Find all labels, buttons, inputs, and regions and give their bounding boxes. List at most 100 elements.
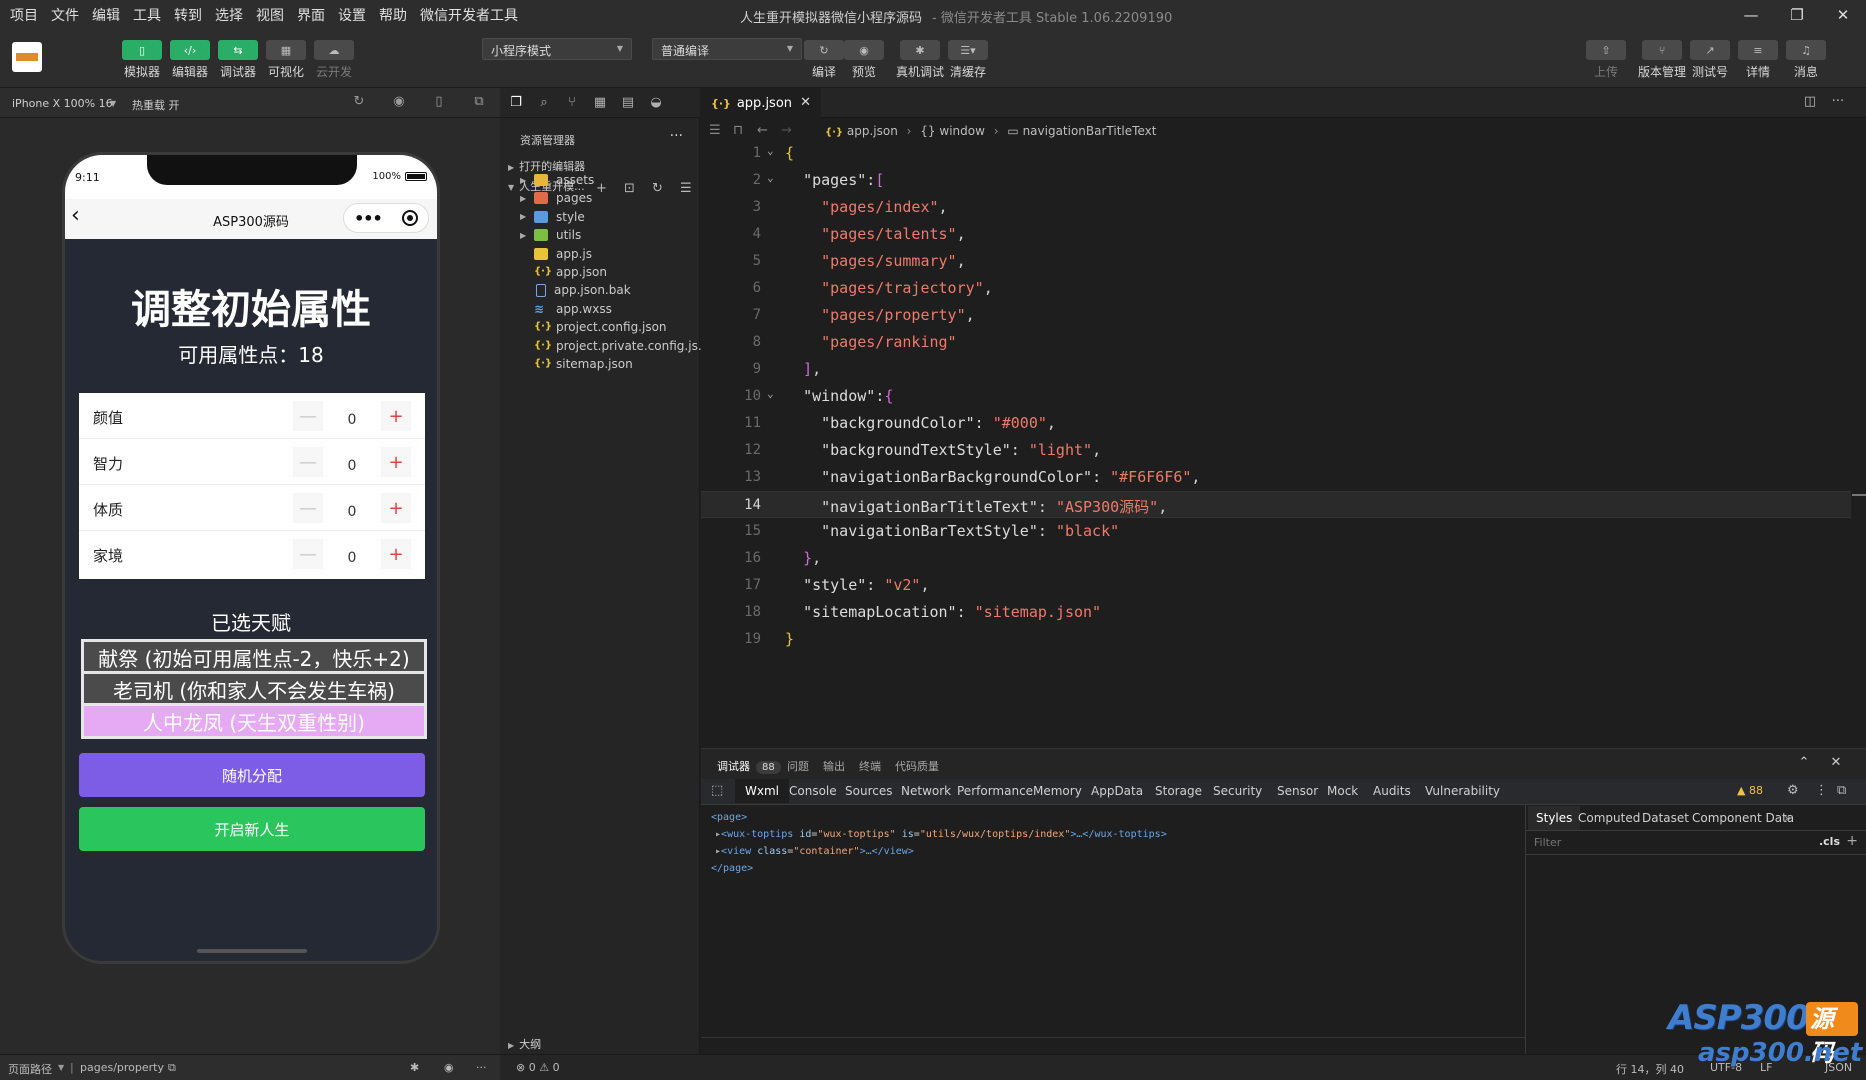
more-icon[interactable]: ··· bbox=[670, 128, 683, 144]
bookmark-icon[interactable]: ⊓ bbox=[733, 123, 743, 138]
dom-node-view[interactable]: ▸<view class="container">…</view> bbox=[711, 843, 1167, 860]
tab-styles[interactable]: Styles bbox=[1528, 806, 1581, 830]
dom-node-toptips[interactable]: ▸<wux-toptips id="wux-toptips" is="utils… bbox=[711, 826, 1167, 843]
bug-icon[interactable]: ✱ bbox=[410, 1061, 419, 1074]
code-line[interactable]: 12 "backgroundTextStyle": "light", bbox=[701, 437, 1851, 464]
minimize-button[interactable]: — bbox=[1728, 0, 1774, 30]
search-icon[interactable]: ⌕ bbox=[536, 95, 552, 111]
files-icon[interactable]: ❐ bbox=[508, 95, 524, 111]
random-assign-button[interactable]: 随机分配 bbox=[79, 753, 425, 797]
device-select[interactable]: iPhone X 100% 16 bbox=[12, 97, 113, 110]
minus-button[interactable]: — bbox=[293, 447, 323, 477]
tab-security[interactable]: Security bbox=[1213, 784, 1262, 798]
tab-console[interactable]: Console bbox=[789, 784, 837, 798]
code-line[interactable]: 8 "pages/ranking" bbox=[701, 329, 1851, 356]
file-tree-item[interactable]: app.js bbox=[520, 244, 592, 264]
dom-node-page[interactable]: <page> bbox=[711, 809, 1167, 826]
hot-reload-toggle[interactable]: 热重载 开 bbox=[132, 97, 180, 113]
menu-settings[interactable]: 设置 bbox=[338, 5, 366, 25]
debugger-button[interactable]: ⇆ 调试器 bbox=[218, 40, 258, 80]
code-line[interactable]: 13 "navigationBarBackgroundColor": "#F6F… bbox=[701, 464, 1851, 491]
plus-button[interactable]: + bbox=[381, 401, 411, 431]
breadcrumb-key[interactable]: navigationBarTitleText bbox=[1023, 124, 1157, 138]
messages-button[interactable]: ♫ 消息 bbox=[1786, 40, 1826, 80]
code-editor[interactable]: 1 ⌄{2 ⌄ "pages":[3 "pages/index", 4 "pages/… bbox=[701, 144, 1866, 748]
fold-chevron-icon[interactable]: ⌄ bbox=[767, 144, 774, 157]
tab-component-data[interactable]: Component Data bbox=[1692, 811, 1794, 825]
scrollbar-marker[interactable] bbox=[1852, 494, 1866, 496]
add-rule-icon[interactable]: + bbox=[1846, 833, 1858, 849]
file-tree-item[interactable]: {·} sitemap.json bbox=[520, 354, 633, 374]
breadcrumb-file[interactable]: app.json bbox=[847, 124, 898, 138]
code-line[interactable]: 2 ⌄ "pages":[ bbox=[701, 167, 1851, 194]
menu-select[interactable]: 选择 bbox=[215, 5, 243, 25]
talent-item[interactable]: 人中龙凤 (天生双重性别) bbox=[81, 703, 427, 739]
code-line[interactable]: 11 "backgroundColor": "#000", bbox=[701, 410, 1851, 437]
file-tree-item[interactable]: ▶ pages bbox=[520, 188, 592, 208]
code-line[interactable]: 1 ⌄ { bbox=[701, 144, 1851, 167]
tab-appdata[interactable]: AppData bbox=[1091, 784, 1143, 798]
tab-memory[interactable]: Memory bbox=[1033, 784, 1082, 798]
close-window-button[interactable]: ✕ bbox=[1820, 0, 1866, 30]
chevron-double-right-icon[interactable]: » bbox=[1784, 811, 1791, 825]
docker-icon[interactable]: ◒ bbox=[648, 95, 664, 111]
device-icon[interactable]: ▯ bbox=[430, 94, 448, 112]
plus-button[interactable]: + bbox=[381, 493, 411, 523]
tab-computed[interactable]: Computed bbox=[1578, 811, 1640, 825]
attribute-value[interactable]: 0 bbox=[323, 493, 381, 523]
close-tab-icon[interactable]: ✕ bbox=[800, 95, 811, 110]
popout-icon[interactable]: ⧉ bbox=[470, 94, 488, 112]
archive-icon[interactable]: ▤ bbox=[620, 95, 636, 111]
code-line[interactable]: 4 "pages/talents", bbox=[701, 221, 1851, 248]
real-device-debug-button[interactable]: ✱ 真机调试 bbox=[896, 40, 944, 80]
dock-icon[interactable]: ⧉ bbox=[1837, 783, 1846, 798]
tab-vulnerability[interactable]: Vulnerability bbox=[1425, 784, 1500, 798]
code-line[interactable]: 9 ], bbox=[701, 356, 1851, 383]
kebab-icon[interactable]: ⋮ bbox=[1815, 783, 1828, 798]
tab-audits[interactable]: Audits bbox=[1373, 784, 1411, 798]
copy-icon[interactable]: ⧉ bbox=[168, 1061, 176, 1075]
filter-input[interactable]: Filter bbox=[1534, 836, 1561, 849]
page-path-label[interactable]: 页面路径 bbox=[8, 1061, 52, 1077]
plus-button[interactable]: + bbox=[381, 539, 411, 569]
version-button[interactable]: ⑂ 版本管理 bbox=[1638, 40, 1686, 80]
tab-storage[interactable]: Storage bbox=[1155, 784, 1202, 798]
problems-count[interactable]: ⊗ 0 ⚠ 0 bbox=[516, 1061, 560, 1074]
details-button[interactable]: ≡ 详情 bbox=[1738, 40, 1778, 80]
project-logo-icon[interactable] bbox=[12, 42, 42, 72]
tab-wxml[interactable]: Wxml bbox=[735, 779, 789, 803]
compile-mode-select[interactable]: 普通编译 ▼ bbox=[652, 38, 802, 60]
split-editor-icon[interactable]: ◫ bbox=[1796, 94, 1824, 109]
breadcrumb-window[interactable]: window bbox=[939, 124, 985, 138]
tab-terminal[interactable]: 终端 bbox=[859, 758, 881, 774]
file-tree-item[interactable]: ▶ style bbox=[520, 207, 585, 227]
menu-goto[interactable]: 转到 bbox=[174, 5, 202, 25]
file-tree-item[interactable]: {·} project.config.json bbox=[520, 317, 667, 337]
simulator-button[interactable]: ▯ 模拟器 bbox=[122, 40, 162, 80]
code-line[interactable]: 15 "navigationBarTextStyle": "black" bbox=[701, 518, 1851, 545]
test-account-button[interactable]: ↗ 测试号 bbox=[1690, 40, 1730, 80]
tab-dataset[interactable]: Dataset bbox=[1642, 811, 1689, 825]
tab-performance[interactable]: Performance bbox=[957, 784, 1033, 798]
rotate-icon[interactable]: ↻ bbox=[350, 94, 368, 112]
cls-toggle[interactable]: .cls bbox=[1819, 835, 1840, 848]
extensions-icon[interactable]: ▦ bbox=[592, 95, 608, 111]
tab-sensor[interactable]: Sensor bbox=[1277, 784, 1318, 798]
horizontal-scrollbar[interactable] bbox=[701, 1037, 1525, 1055]
git-icon[interactable]: ⑂ bbox=[564, 95, 580, 111]
more-dots-icon[interactable]: ••• bbox=[354, 209, 383, 228]
tab-sources[interactable]: Sources bbox=[845, 784, 892, 798]
close-icon[interactable]: ✕ bbox=[1820, 755, 1852, 770]
menu-interface[interactable]: 界面 bbox=[297, 5, 325, 25]
mode-select[interactable]: 小程序模式 ▼ bbox=[482, 38, 632, 60]
more-icon[interactable]: ··· bbox=[1824, 94, 1852, 109]
code-line[interactable]: 18 "sitemapLocation": "sitemap.json" bbox=[701, 599, 1851, 626]
menu-tools[interactable]: 工具 bbox=[133, 5, 161, 25]
code-line[interactable]: 17 "style": "v2", bbox=[701, 572, 1851, 599]
code-line[interactable]: 5 "pages/summary", bbox=[701, 248, 1851, 275]
minus-button[interactable]: — bbox=[293, 539, 323, 569]
clear-cache-button[interactable]: ☰▾ 清缓存 bbox=[948, 40, 988, 80]
code-line[interactable]: 10 ⌄ "window":{ bbox=[701, 383, 1851, 410]
outline-section[interactable]: ▶ 大纲 bbox=[508, 1036, 541, 1052]
upload-button[interactable]: ⇧ 上传 bbox=[1586, 40, 1626, 80]
